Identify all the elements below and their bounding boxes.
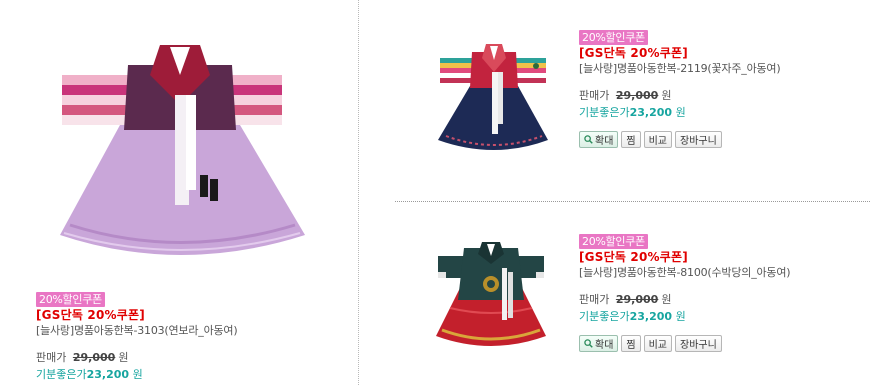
price-label: 판매가 [36, 351, 67, 364]
sale-currency: 원 [675, 310, 686, 323]
original-price: 29,000 [615, 293, 659, 306]
promo-text: [GS단독 20%쿠폰] [36, 308, 145, 322]
product-info-8100: 20%할인쿠폰 [GS단독 20%쿠폰] [늘사랑]명품아동한복-8100(수박… [579, 234, 869, 352]
price-line: 판매가 29,000 원 [36, 350, 336, 366]
wish-button[interactable]: 찜 [621, 335, 641, 352]
cart-button[interactable]: 장바구니 [675, 131, 722, 148]
product-image-3103[interactable] [50, 35, 310, 280]
price-line: 판매가 29,000 원 [579, 292, 869, 308]
coupon-badge: 20%할인쿠폰 [36, 292, 105, 307]
product-name-link[interactable]: [늘사랑]명품아동한복-8100(수박당의_아동여) [579, 265, 869, 281]
action-buttons: 확대 찜 비교 장바구니 [579, 335, 869, 352]
sleeve-left [62, 75, 134, 125]
magnifier-icon [584, 135, 593, 144]
sale-price: 23,200 [629, 106, 673, 119]
compare-button[interactable]: 비교 [643, 131, 673, 148]
coupon-badge: 20%할인쿠폰 [579, 234, 648, 249]
product-info-3103: 20%할인쿠폰 [GS단독 20%쿠폰] [늘사랑]명품아동한복-3103(연보… [36, 292, 336, 383]
action-buttons: 확대 찜 비교 장바구니 [579, 131, 869, 148]
product-image-8100[interactable] [432, 238, 550, 354]
original-price: 29,000 [72, 351, 116, 364]
sale-price: 23,200 [86, 368, 130, 381]
currency: 원 [118, 351, 129, 364]
sale-line: 기분좋은가23,200 원 [579, 105, 869, 121]
price-line: 판매가 29,000 원 [579, 88, 869, 104]
zoom-label: 확대 [595, 340, 614, 351]
compare-button[interactable]: 비교 [643, 335, 673, 352]
wish-button[interactable]: 찜 [621, 131, 641, 148]
product-image-2119[interactable] [432, 38, 554, 158]
sale-label: 기분좋은가 [579, 106, 630, 119]
coupon-badge: 20%할인쿠폰 [579, 30, 648, 45]
magnifier-icon [584, 339, 593, 348]
product-info-2119: 20%할인쿠폰 [GS단독 20%쿠폰] [늘사랑]명품아동한복-2119(꽃자… [579, 30, 869, 148]
sale-label: 기분좋은가 [579, 310, 630, 323]
zoom-button[interactable]: 확대 [579, 335, 619, 352]
product-name-link[interactable]: [늘사랑]명품아동한복-2119(꽃자주_아동여) [579, 61, 869, 77]
original-price: 29,000 [615, 89, 659, 102]
sale-currency: 원 [132, 368, 143, 381]
price-label: 판매가 [579, 89, 610, 102]
promo-text: [GS단독 20%쿠폰] [579, 250, 688, 264]
currency: 원 [661, 293, 672, 306]
sleeve-right [514, 58, 546, 83]
currency: 원 [661, 89, 672, 102]
promo-text: [GS단독 20%쿠폰] [579, 46, 688, 60]
zoom-button[interactable]: 확대 [579, 131, 619, 148]
price-label: 판매가 [579, 293, 610, 306]
sale-line: 기분좋은가23,200 원 [579, 309, 869, 325]
sale-price: 23,200 [629, 310, 673, 323]
horizontal-divider [395, 201, 870, 202]
sale-line: 기분좋은가23,200 원 [36, 367, 336, 383]
sale-label: 기분좋은가 [36, 368, 87, 381]
vertical-divider [358, 0, 359, 385]
cart-button[interactable]: 장바구니 [675, 335, 722, 352]
zoom-label: 확대 [595, 136, 614, 147]
product-name-link[interactable]: [늘사랑]명품아동한복-3103(연보라_아동여) [36, 323, 336, 339]
sale-currency: 원 [675, 106, 686, 119]
